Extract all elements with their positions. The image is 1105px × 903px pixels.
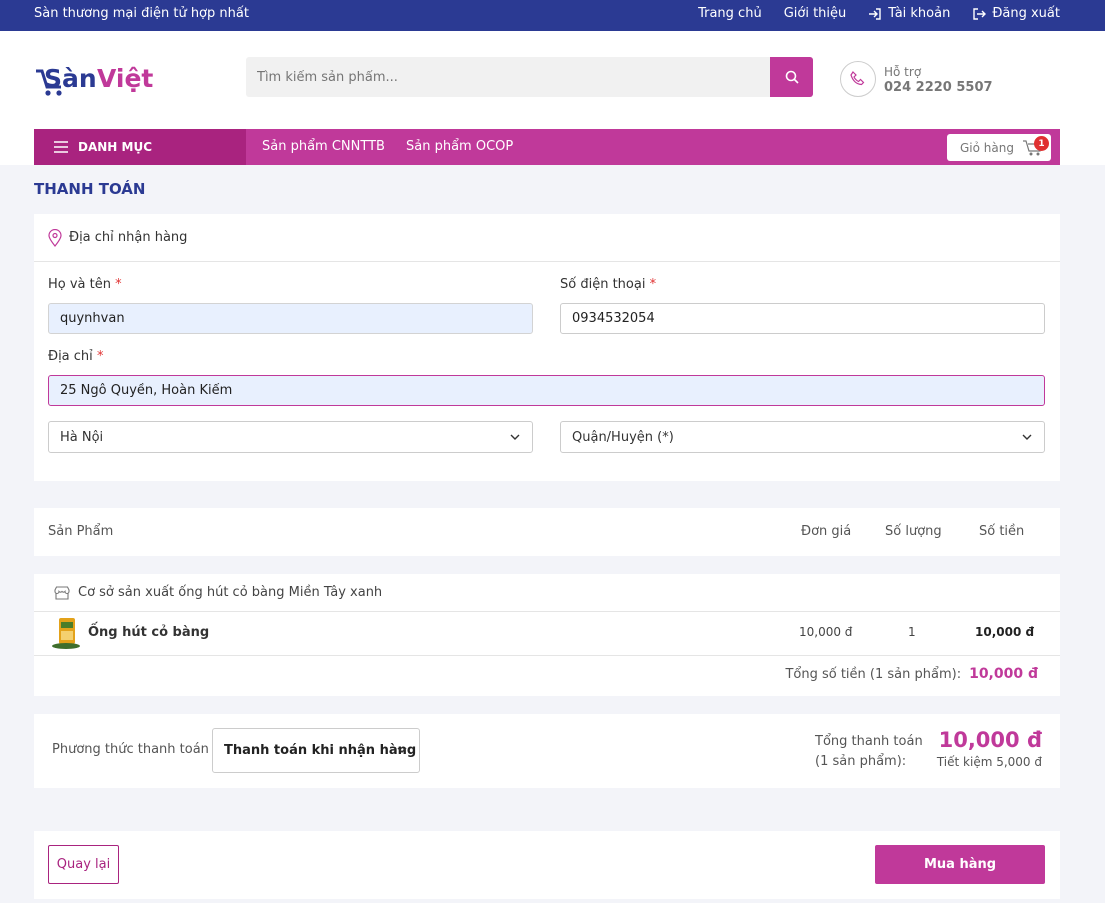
category-menu-button[interactable]: DANH MỤC xyxy=(34,129,246,165)
grand-total-label: Tổng thanh toán (1 sản phẩm): xyxy=(815,732,923,772)
phone-field-label: Số điện thoại * xyxy=(560,277,656,292)
cart-button[interactable]: Giỏ hàng 1 xyxy=(947,134,1051,161)
product-amount: 10,000 đ xyxy=(975,625,1035,639)
home-link[interactable]: Trang chủ xyxy=(698,6,762,21)
phone-required-mark: * xyxy=(649,277,657,292)
products-table-header: Sản Phẩm Đơn giá Số lượng Số tiền xyxy=(34,508,1060,556)
product-thumbnail[interactable] xyxy=(50,616,82,650)
cart-label: Giỏ hàng xyxy=(960,140,1014,155)
chevron-down-icon xyxy=(397,747,407,753)
order-item-row: Ống hút cỏ bàng 10,000 đ 1 10,000 đ xyxy=(34,612,1060,656)
nav-item-cnnttb[interactable]: Sản phẩm CNNTTB xyxy=(262,139,385,154)
search-icon xyxy=(785,70,799,84)
shipping-address-card: Địa chỉ nhận hàng Họ và tên * Số điện th… xyxy=(34,214,1060,481)
top-links: Trang chủ Giới thiệu Tài khoản Đăng xuất xyxy=(698,6,1060,21)
header: Sàn Việt Hỗ trợ 024 2220 5507 DANH MỤC S… xyxy=(0,31,1105,165)
chevron-down-icon xyxy=(510,434,520,440)
category-menu-label: DANH MỤC xyxy=(78,140,153,154)
phone-input[interactable] xyxy=(560,303,1045,334)
city-select[interactable]: Hà Nội xyxy=(48,421,533,453)
name-required-mark: * xyxy=(115,277,122,292)
logo-text-viet: Việt xyxy=(97,64,153,93)
col-amount: Số tiền xyxy=(979,524,1025,539)
name-input[interactable] xyxy=(48,303,533,334)
shop-row: Cơ sở sản xuất ống hút cỏ bàng Miền Tây … xyxy=(34,574,1060,612)
search-bar xyxy=(246,57,813,97)
grand-total-label-line2: (1 sản phẩm): xyxy=(815,754,907,769)
name-field-label: Họ và tên * xyxy=(48,277,122,292)
logout-link[interactable]: Đăng xuất xyxy=(972,6,1060,21)
district-select-value: Quận/Huyện (*) xyxy=(572,429,674,445)
shop-name[interactable]: Cơ sở sản xuất ống hút cỏ bàng Miền Tây … xyxy=(78,585,382,600)
payment-method-label: Phương thức thanh toán xyxy=(52,742,209,757)
product-quantity: 1 xyxy=(908,625,916,639)
city-select-value: Hà Nội xyxy=(60,429,104,445)
product-unit-price: 10,000 đ xyxy=(799,625,853,639)
login-icon xyxy=(869,7,881,20)
payment-method-value: Thanh toán khi nhận hàng xyxy=(224,743,417,758)
address-input[interactable] xyxy=(48,375,1045,406)
buy-button[interactable]: Mua hàng xyxy=(875,845,1045,884)
grand-total-label-line1: Tổng thanh toán xyxy=(815,734,923,749)
menu-icon xyxy=(54,141,68,153)
col-quantity: Số lượng xyxy=(885,524,942,539)
address-label-text: Địa chỉ xyxy=(48,349,93,364)
payment-card: Phương thức thanh toán Thanh toán khi nh… xyxy=(34,714,1060,788)
col-unit-price: Đơn giá xyxy=(801,524,852,539)
product-name[interactable]: Ống hút cỏ bàng xyxy=(88,625,209,640)
logout-link-label: Đăng xuất xyxy=(992,6,1060,21)
nav-item-ocop[interactable]: Sản phẩm OCOP xyxy=(406,139,513,154)
chevron-down-icon xyxy=(1022,434,1032,440)
account-link-label: Tài khoản xyxy=(888,6,951,21)
search-button[interactable] xyxy=(770,57,813,97)
address-field-label: Địa chỉ * xyxy=(48,349,103,364)
cart-count-badge: 1 xyxy=(1034,136,1049,151)
action-bar: Quay lại Mua hàng xyxy=(34,831,1060,899)
address-section-header: Địa chỉ nhận hàng xyxy=(34,214,1060,262)
about-link[interactable]: Giới thiệu xyxy=(784,6,847,21)
store-icon xyxy=(54,585,70,600)
shop-order-card: Cơ sở sản xuất ống hút cỏ bàng Miền Tây … xyxy=(34,574,1060,696)
logo-text-san: Sàn xyxy=(44,64,97,93)
address-section-title: Địa chỉ nhận hàng xyxy=(69,230,188,245)
back-button[interactable]: Quay lại xyxy=(48,845,119,884)
district-select[interactable]: Quận/Huyện (*) xyxy=(560,421,1045,453)
tagline: Sàn thương mại điện tử hợp nhất xyxy=(34,6,249,21)
phone-label-text: Số điện thoại xyxy=(560,277,646,292)
main-nav: DANH MỤC Sản phẩm CNNTTB Sản phẩm OCOP G… xyxy=(34,129,1060,165)
sanviet-logo[interactable]: Sàn Việt xyxy=(34,61,174,101)
shop-total: Tổng số tiền (1 sản phẩm): 10,000 đ xyxy=(785,666,1038,682)
payment-method-select[interactable]: Thanh toán khi nhận hàng xyxy=(212,728,420,773)
search-input[interactable] xyxy=(246,57,770,97)
account-link[interactable]: Tài khoản xyxy=(868,6,950,21)
top-bar: Sàn thương mại điện tử hợp nhất Trang ch… xyxy=(0,0,1105,31)
support-label: Hỗ trợ xyxy=(884,65,922,79)
col-product: Sản Phẩm xyxy=(48,524,114,539)
page-title: THANH TOÁN xyxy=(34,180,146,198)
address-required-mark: * xyxy=(96,349,104,364)
support-phone: 024 2220 5507 xyxy=(884,80,993,95)
grand-total-value: 10,000 đ xyxy=(938,728,1042,752)
savings-text: Tiết kiệm 5,000 đ xyxy=(936,755,1042,769)
shop-total-label: Tổng số tiền (1 sản phẩm): xyxy=(785,667,962,682)
name-label-text: Họ và tên xyxy=(48,277,111,292)
shop-total-value: 10,000 đ xyxy=(969,666,1038,682)
phone-icon xyxy=(840,61,876,97)
location-pin-icon xyxy=(48,228,62,247)
logout-icon xyxy=(973,7,987,20)
